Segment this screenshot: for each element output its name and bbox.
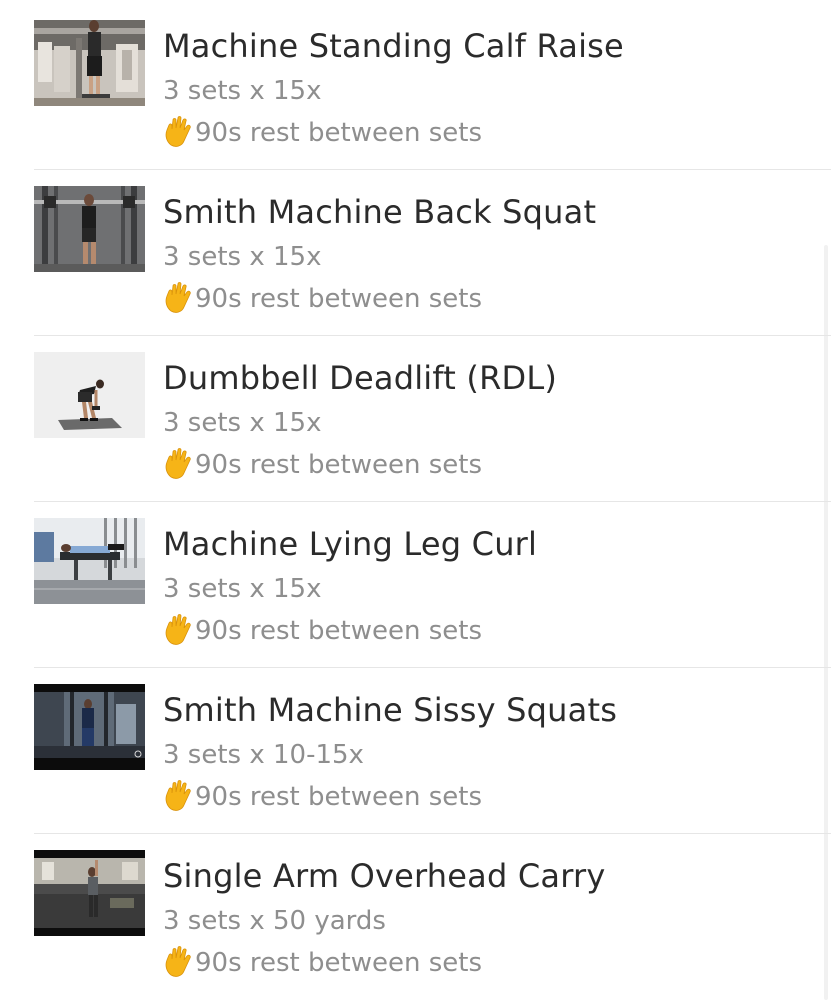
- exercise-item[interactable]: Machine Standing Calf Raise 3 sets x 15x…: [0, 4, 831, 170]
- waving-hand-icon: [163, 779, 193, 813]
- exercise-sets: 3 sets x 50 yards: [163, 906, 386, 936]
- rest-label: 90s rest between sets: [195, 450, 482, 480]
- exercise-thumbnail[interactable]: [34, 850, 145, 936]
- gym-photo-image: [34, 186, 145, 272]
- exercise-list: Machine Standing Calf Raise 3 sets x 15x…: [0, 0, 831, 1000]
- exercise-title: Smith Machine Sissy Squats: [163, 691, 618, 729]
- exercise-sets: 3 sets x 15x: [163, 408, 322, 438]
- exercise-item[interactable]: Single Arm Overhead Carry 3 sets x 50 ya…: [0, 834, 831, 1000]
- exercise-item[interactable]: Machine Lying Leg Curl 3 sets x 15x 90s …: [0, 502, 831, 668]
- rest-label: 90s rest between sets: [195, 948, 482, 978]
- exercise-thumbnail[interactable]: [34, 186, 145, 272]
- exercise-sets: 3 sets x 15x: [163, 242, 322, 272]
- exercise-sets: 3 sets x 10-15x: [163, 740, 364, 770]
- exercise-rest: 90s rest between sets: [163, 115, 482, 151]
- exercise-title: Machine Lying Leg Curl: [163, 525, 538, 563]
- gym-photo-image: [34, 20, 145, 106]
- exercise-thumbnail[interactable]: [34, 20, 145, 106]
- exercise-thumbnail[interactable]: [34, 352, 145, 438]
- exercise-title: Machine Standing Calf Raise: [163, 27, 624, 65]
- exercise-item[interactable]: Dumbbell Deadlift (RDL) 3 sets x 15x 90s…: [0, 336, 831, 502]
- waving-hand-icon: [163, 115, 193, 149]
- gym-photo-image: [34, 518, 145, 604]
- video-still-image: [34, 684, 145, 770]
- exercise-title: Single Arm Overhead Carry: [163, 857, 606, 895]
- exercise-rest: 90s rest between sets: [163, 281, 482, 317]
- exercise-sets: 3 sets x 15x: [163, 574, 322, 604]
- exercise-rest: 90s rest between sets: [163, 613, 482, 649]
- exercise-title: Smith Machine Back Squat: [163, 193, 597, 231]
- gym-photo-image: [34, 850, 145, 936]
- waving-hand-icon: [163, 613, 193, 647]
- waving-hand-icon: [163, 281, 193, 315]
- exercise-item[interactable]: Smith Machine Sissy Squats 3 sets x 10-1…: [0, 668, 831, 834]
- gym-photo-image: [34, 352, 145, 438]
- exercise-thumbnail[interactable]: [34, 684, 145, 770]
- exercise-rest: 90s rest between sets: [163, 779, 482, 815]
- rest-label: 90s rest between sets: [195, 782, 482, 812]
- exercise-item[interactable]: Smith Machine Back Squat 3 sets x 15x 90…: [0, 170, 831, 336]
- exercise-thumbnail[interactable]: [34, 518, 145, 604]
- rest-label: 90s rest between sets: [195, 118, 482, 148]
- exercise-rest: 90s rest between sets: [163, 945, 482, 981]
- exercise-title: Dumbbell Deadlift (RDL): [163, 359, 558, 397]
- exercise-sets: 3 sets x 15x: [163, 76, 322, 106]
- waving-hand-icon: [163, 945, 193, 979]
- rest-label: 90s rest between sets: [195, 284, 482, 314]
- exercise-rest: 90s rest between sets: [163, 447, 482, 483]
- rest-label: 90s rest between sets: [195, 616, 482, 646]
- waving-hand-icon: [163, 447, 193, 481]
